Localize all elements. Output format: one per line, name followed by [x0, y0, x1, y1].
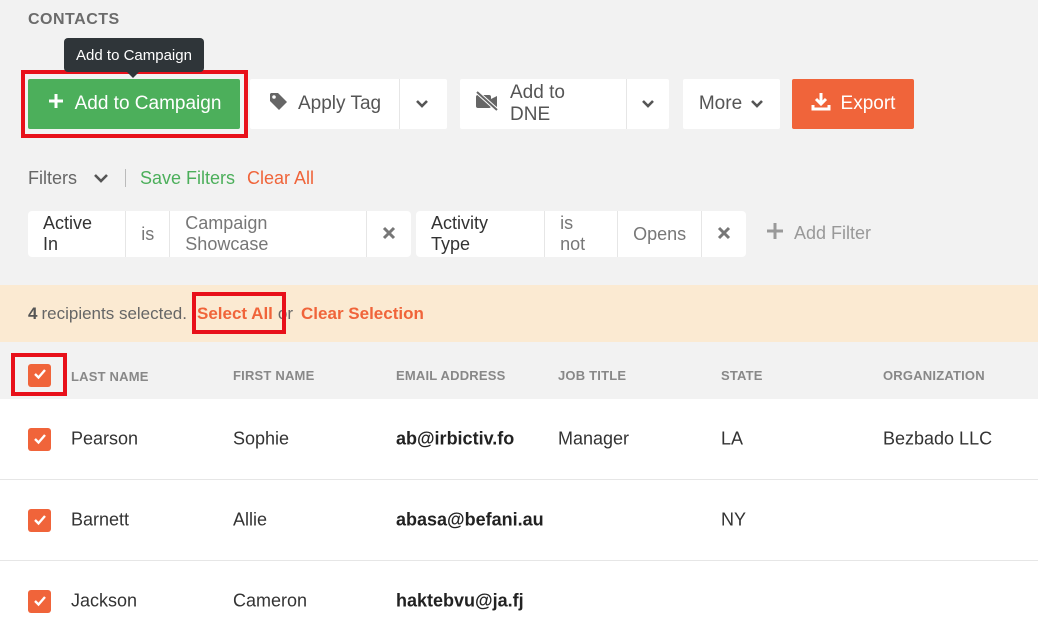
column-header-first-name[interactable]: FIRST NAME [233, 368, 314, 383]
table-row[interactable]: Jackson Cameron haktebvu@ja.fj [0, 561, 1038, 638]
table-header: LAST NAME FIRST NAME EMAIL ADDRESS JOB T… [0, 342, 1038, 399]
export-label: Export [840, 93, 896, 114]
email-cell: ab@irbictiv.fo [396, 428, 515, 449]
remove-filter-button[interactable] [702, 211, 746, 257]
check-icon [33, 510, 47, 531]
tooltip: Add to Campaign [64, 38, 204, 78]
apply-tag-label: Apply Tag [298, 93, 382, 114]
page-title: CONTACTS [28, 11, 120, 28]
filter-chip: Active In is Campaign Showcase [28, 211, 411, 257]
column-header-organization[interactable]: ORGANIZATION [883, 368, 985, 383]
chevron-down-icon [641, 93, 655, 115]
save-filters-link[interactable]: Save Filters [140, 168, 235, 189]
chevron-down-icon [750, 93, 764, 115]
check-icon [33, 591, 47, 612]
clear-selection-link[interactable]: Clear Selection [301, 304, 424, 324]
apply-tag-button[interactable]: Apply Tag [250, 79, 399, 129]
add-to-dne-dropdown[interactable] [625, 79, 669, 129]
apply-tag-group: Apply Tag [250, 79, 447, 129]
table-row[interactable]: Pearson Sophie ab@irbictiv.fo Manager LA… [0, 399, 1038, 480]
check-icon [33, 429, 47, 450]
last-name-cell: Pearson [71, 428, 139, 449]
remove-filter-button[interactable] [367, 211, 411, 257]
column-header-email[interactable]: EMAIL ADDRESS [396, 368, 506, 383]
filter-value[interactable]: Campaign Showcase [170, 211, 368, 257]
filters-toggle[interactable]: Filters [28, 168, 77, 189]
column-header-state[interactable]: STATE [721, 368, 763, 383]
state-cell: NY [721, 509, 747, 530]
more-label: More [698, 93, 743, 114]
filter-field[interactable]: Activity Type [416, 211, 546, 257]
filter-operator[interactable]: is not [545, 211, 619, 257]
download-icon [811, 91, 831, 117]
tag-icon [268, 91, 288, 117]
first-name-cell: Allie [233, 509, 268, 530]
last-name-cell: Barnett [71, 509, 130, 530]
highlight-box [192, 292, 286, 334]
row-checkbox[interactable] [28, 590, 51, 613]
selection-bar: 4 recipients selected. Select All or Cle… [0, 285, 1038, 342]
no-video-icon [474, 90, 500, 118]
organization-cell: Bezbado LLC [883, 428, 993, 449]
last-name-cell: Jackson [71, 590, 138, 611]
selected-count: 4 [28, 303, 38, 323]
add-to-dne-label: Add to DNE [510, 82, 565, 125]
add-filter-label: Add Filter [794, 223, 872, 243]
job-title-cell: Manager [558, 428, 630, 449]
first-name-cell: Sophie [233, 428, 290, 449]
column-header-last-name[interactable]: LAST NAME [71, 369, 149, 384]
filters-row: Filters Save Filters Clear All [28, 166, 314, 190]
close-icon [717, 224, 731, 245]
chevron-down-icon[interactable] [93, 173, 109, 183]
clear-all-link[interactable]: Clear All [247, 168, 314, 189]
more-button[interactable]: More [683, 79, 780, 129]
selection-text: recipients selected. [41, 303, 187, 323]
filter-field[interactable]: Active In [28, 211, 127, 257]
apply-tag-dropdown[interactable] [399, 79, 443, 129]
divider [125, 169, 126, 187]
add-to-dne-button[interactable]: Add to DNE [460, 79, 626, 129]
filter-value[interactable]: Opens [618, 211, 703, 257]
first-name-cell: Cameron [233, 590, 308, 611]
highlight-box [11, 353, 67, 396]
filter-chip: Activity Type is not Opens [416, 211, 746, 257]
highlight-box [21, 70, 248, 138]
state-cell: LA [721, 428, 744, 449]
email-cell: haktebvu@ja.fj [396, 590, 524, 611]
export-button[interactable]: Export [792, 79, 914, 129]
email-cell: abasa@befani.au [396, 509, 544, 530]
table-row[interactable]: Barnett Allie abasa@befani.au NY [0, 480, 1038, 561]
add-to-dne-group: Add to DNE [460, 79, 669, 129]
row-checkbox[interactable] [28, 509, 51, 532]
close-icon [382, 224, 396, 245]
filter-operator[interactable]: is [126, 211, 171, 257]
column-header-job-title[interactable]: JOB TITLE [558, 368, 626, 383]
row-checkbox[interactable] [28, 428, 51, 451]
add-filter-button[interactable]: Add Filter [766, 222, 871, 245]
chevron-down-icon [415, 93, 429, 115]
plus-icon [766, 222, 784, 245]
